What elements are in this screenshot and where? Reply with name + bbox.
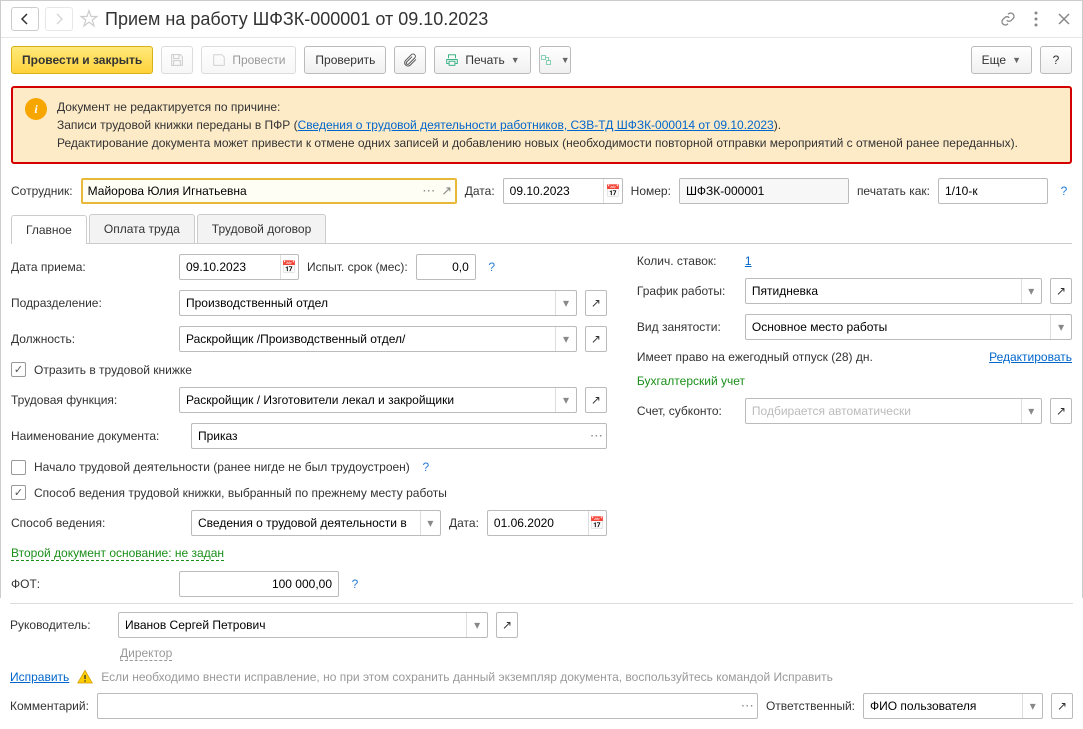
tab-main[interactable]: Главное: [11, 215, 87, 244]
department-field[interactable]: ▾: [179, 290, 577, 316]
chevron-down-icon[interactable]: ▾: [420, 511, 440, 535]
calendar-icon[interactable]: 📅: [603, 179, 621, 203]
date-label: Дата:: [465, 184, 495, 198]
help-icon[interactable]: ?: [347, 576, 363, 592]
help-icon[interactable]: ?: [484, 259, 500, 275]
attach-button[interactable]: [394, 46, 426, 74]
fot-field[interactable]: [179, 571, 339, 597]
date-field[interactable]: 📅: [503, 178, 623, 204]
chevron-down-icon[interactable]: ▾: [1021, 279, 1041, 303]
nav-forward-button[interactable]: [45, 7, 73, 31]
tab-contract[interactable]: Трудовой договор: [197, 214, 326, 243]
chevron-down-icon[interactable]: ▾: [1050, 315, 1071, 339]
employment-type-field[interactable]: ▾: [745, 314, 1072, 340]
open-button[interactable]: ↗: [585, 290, 607, 316]
open-button[interactable]: ↗: [585, 326, 607, 352]
info-icon: i: [25, 98, 47, 120]
accounting-header: Бухгалтерский учет: [637, 374, 1072, 388]
nav-back-button[interactable]: [11, 7, 39, 31]
ellipsis-icon[interactable]: ⋯: [738, 698, 757, 714]
schedule-field[interactable]: ▾: [745, 278, 1042, 304]
head-field[interactable]: ▾: [118, 612, 488, 638]
open-button[interactable]: ↗: [585, 387, 607, 413]
window-title: Прием на работу ШФЗК-000001 от 09.10.202…: [105, 9, 994, 30]
fix-link[interactable]: Исправить: [10, 670, 69, 684]
print-button[interactable]: Печать▼: [434, 46, 530, 74]
favorite-icon[interactable]: [79, 9, 99, 29]
responsible-field[interactable]: ▾: [863, 693, 1043, 719]
tab-payment[interactable]: Оплата труда: [89, 214, 195, 243]
print-as-field[interactable]: [938, 178, 1048, 204]
account-field[interactable]: ▾: [745, 398, 1042, 424]
number-field: [679, 178, 849, 204]
more-button[interactable]: Еще▼: [971, 46, 1032, 74]
number-label: Номер:: [631, 184, 671, 198]
reflect-checkbox[interactable]: [11, 362, 26, 377]
head-position-link[interactable]: Директор: [120, 646, 172, 661]
related-button[interactable]: ▼: [539, 46, 571, 74]
employee-field[interactable]: ⋯ ↗: [81, 178, 457, 204]
function-field[interactable]: ▾: [179, 387, 577, 413]
comment-field[interactable]: ⋯: [97, 693, 758, 719]
chevron-down-icon[interactable]: ▾: [555, 291, 576, 315]
position-field[interactable]: ▾: [179, 326, 577, 352]
chevron-down-icon[interactable]: ▾: [555, 388, 576, 412]
open-button[interactable]: ↗: [496, 612, 518, 638]
employee-label: Сотрудник:: [11, 184, 73, 198]
help-icon[interactable]: ?: [1056, 183, 1072, 199]
calendar-icon[interactable]: 📅: [280, 255, 298, 279]
open-button[interactable]: ↗: [1050, 278, 1072, 304]
warning-icon: [77, 669, 93, 685]
close-icon[interactable]: [1056, 11, 1072, 27]
link-icon[interactable]: [1000, 11, 1016, 27]
post-button[interactable]: Провести: [201, 46, 296, 74]
chevron-down-icon[interactable]: ▾: [466, 613, 487, 637]
open-button[interactable]: ↗: [1050, 398, 1072, 424]
first-job-checkbox[interactable]: [11, 460, 26, 475]
chevron-down-icon[interactable]: ▾: [555, 327, 576, 351]
help-icon[interactable]: ?: [418, 459, 434, 475]
warning-alert: i Документ не редактируется по причине: …: [11, 86, 1072, 164]
ellipsis-icon[interactable]: ⋯: [587, 428, 606, 444]
chevron-down-icon[interactable]: ▾: [1021, 399, 1041, 423]
check-button[interactable]: Проверить: [304, 46, 386, 74]
second-doc-link[interactable]: Второй документ основание: не задан: [11, 546, 224, 561]
ellipsis-icon[interactable]: ⋯: [420, 183, 438, 199]
save-button[interactable]: [161, 46, 193, 74]
method-field[interactable]: ▾: [191, 510, 441, 536]
docname-field[interactable]: ⋯: [191, 423, 607, 449]
help-button[interactable]: ?: [1040, 46, 1072, 74]
method-date-field[interactable]: 📅: [487, 510, 607, 536]
calendar-icon[interactable]: 📅: [588, 511, 606, 535]
prev-method-checkbox[interactable]: [11, 485, 26, 500]
open-icon[interactable]: ↗: [438, 183, 456, 199]
open-button[interactable]: ↗: [1051, 693, 1073, 719]
print-as-label: печатать как:: [857, 184, 930, 198]
edit-vacation-link[interactable]: Редактировать: [989, 350, 1072, 364]
kebab-icon[interactable]: [1028, 11, 1044, 27]
hire-date-field[interactable]: 📅: [179, 254, 299, 280]
post-and-close-button[interactable]: Провести и закрыть: [11, 46, 153, 74]
pfr-record-link[interactable]: Сведения о трудовой деятельности работни…: [298, 118, 774, 132]
chevron-down-icon[interactable]: ▾: [1022, 694, 1042, 718]
rates-link[interactable]: 1: [745, 254, 752, 268]
probation-field[interactable]: [416, 254, 476, 280]
